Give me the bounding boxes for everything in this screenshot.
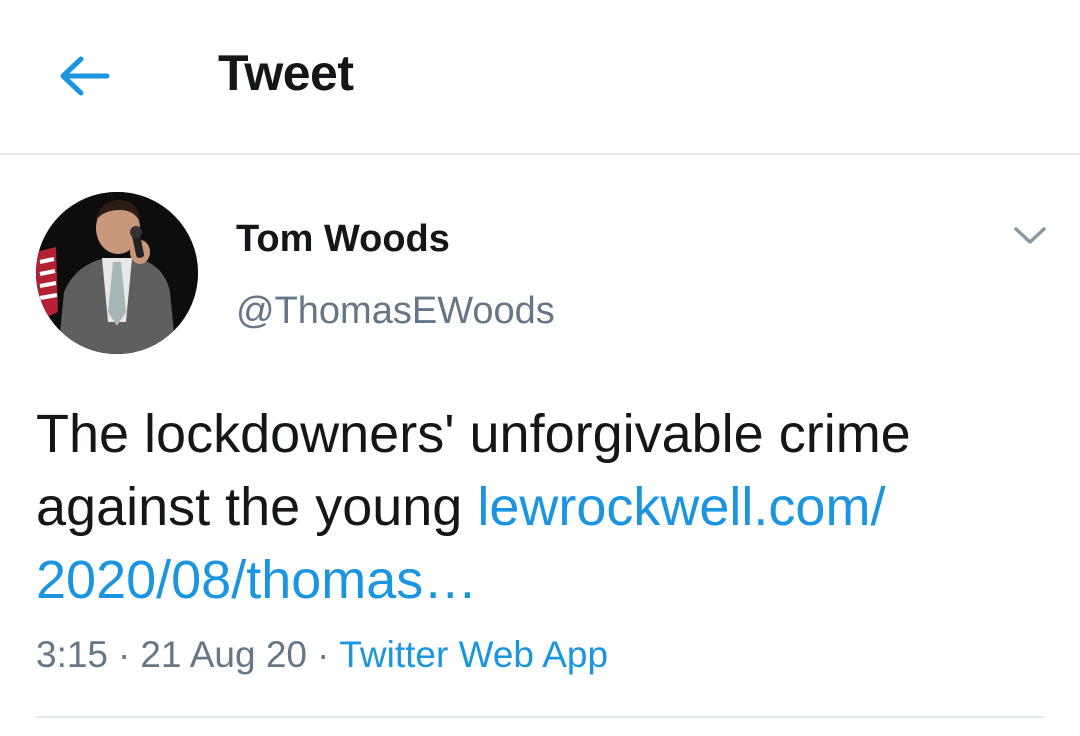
profile-photo <box>36 192 198 354</box>
tweet-date: 21 Aug 20 <box>140 634 308 675</box>
author-handle[interactable]: @ThomasEWoods <box>236 290 555 333</box>
app-header: Tweet <box>0 0 1080 155</box>
divider <box>36 716 1044 718</box>
tweet-page: Tweet Tom Woods @ThomasEWoods The lockdo… <box>0 0 1080 736</box>
author-name[interactable]: Tom Woods <box>236 218 450 261</box>
tweet-body: The lockdowners' unforgivable crime agai… <box>36 398 1046 617</box>
chevron-down-icon <box>1014 227 1046 244</box>
page-title: Tweet <box>218 45 354 101</box>
avatar[interactable] <box>36 192 198 354</box>
tweet-link-line2: 2020/08/thomas… <box>36 550 478 610</box>
back-button[interactable] <box>52 44 116 108</box>
meta-separator: · <box>118 634 131 675</box>
meta-separator: · <box>317 634 330 675</box>
tweet-source-link[interactable]: Twitter Web App <box>339 634 608 675</box>
tweet-time: 3:15 <box>36 634 109 675</box>
arrow-left-icon <box>60 56 110 96</box>
tweet-options-button[interactable] <box>1006 218 1054 254</box>
tweet-meta: 3:15 · 21 Aug 20 · Twitter Web App <box>36 634 608 676</box>
tweet-link-line1: lewrockwell.com/ <box>477 477 886 537</box>
